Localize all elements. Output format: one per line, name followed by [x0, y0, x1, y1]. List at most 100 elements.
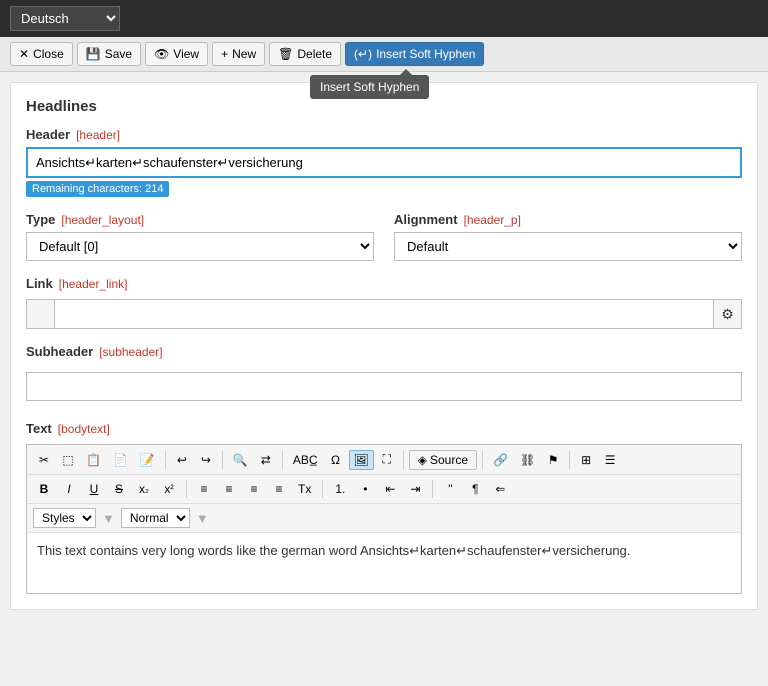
alignment-select[interactable]: Default — [394, 232, 742, 261]
undo-icon: ↩ — [177, 453, 187, 467]
editor-content[interactable]: This text contains very long words like … — [27, 533, 741, 593]
text-key: [bodytext] — [58, 422, 110, 436]
special-chars-button[interactable]: Ω — [325, 450, 347, 470]
cut-icon: ✂ — [39, 453, 49, 467]
type-col: Type [header_layout] Default [0] — [26, 212, 374, 261]
align-right-button[interactable]: ≡ — [243, 479, 265, 499]
separator-3 — [282, 451, 283, 469]
clear-format-button[interactable]: Tx — [293, 479, 316, 499]
image-button[interactable]: 🖼 — [349, 450, 374, 470]
find-icon: 🔍 — [233, 453, 248, 467]
align-right-icon: ≡ — [250, 482, 257, 496]
blockquote-icon: " — [448, 482, 452, 496]
copy-icon: ⬚ — [62, 453, 73, 467]
find-replace-button[interactable]: ⇄ — [255, 450, 277, 470]
type-select[interactable]: Default [0] — [26, 232, 374, 261]
language-select[interactable]: Deutsch — [10, 6, 120, 31]
unlink-button[interactable]: ⛓ — [515, 450, 540, 470]
fullscreen-button[interactable]: ⛶ — [376, 449, 398, 470]
table-button[interactable]: ⊞ — [575, 450, 597, 470]
link-color-box — [27, 300, 55, 328]
paste-button[interactable]: 📋 — [81, 450, 106, 470]
link-button[interactable]: 🔗 — [488, 450, 513, 470]
align-left-button[interactable]: ≡ — [193, 479, 215, 499]
styles-separator: ▼ — [102, 511, 115, 526]
top-bar: Deutsch — [0, 0, 768, 37]
outdent-button[interactable]: ⇤ — [379, 479, 401, 499]
subscript-button[interactable]: x₂ — [133, 479, 155, 499]
subheader-key: [subheader] — [99, 345, 162, 359]
separator-7 — [186, 480, 187, 498]
strikethrough-button[interactable]: S — [108, 479, 130, 499]
link-section: Link [header_link] ⚙ — [26, 276, 742, 329]
paste-text-icon: 📄 — [113, 453, 128, 467]
indent-icon: ⇥ — [410, 482, 420, 496]
subheader-section: Subheader [subheader] — [26, 344, 742, 401]
anchor-icon: ⚑ — [548, 453, 559, 467]
paste-word-icon: 📝 — [140, 453, 155, 467]
format-select[interactable]: Normal — [121, 508, 190, 528]
separator-6 — [569, 451, 570, 469]
italic-button[interactable]: I — [58, 479, 80, 499]
paste-icon: 📋 — [86, 453, 101, 467]
div-button[interactable]: ¶ — [464, 479, 486, 499]
insert-soft-hyphen-button[interactable]: (↵) Insert Soft Hyphen — [345, 42, 484, 66]
subheader-input[interactable] — [26, 372, 742, 401]
delete-icon: 🗑 — [278, 47, 293, 61]
view-button[interactable]: 👁 View — [145, 42, 208, 66]
separator-4 — [403, 451, 404, 469]
link-input[interactable] — [55, 302, 713, 327]
underline-button[interactable]: U — [83, 479, 105, 499]
rtl-button[interactable]: ⇐ — [489, 479, 511, 499]
copy-button[interactable]: ⬚ — [57, 450, 79, 470]
close-button[interactable]: ✕ Close — [10, 42, 73, 66]
browse-icon: ⚙ — [721, 306, 734, 323]
redo-button[interactable]: ↪ — [195, 450, 217, 470]
list-button[interactable]: ☰ — [599, 450, 621, 470]
undo-button[interactable]: ↩ — [171, 450, 193, 470]
toolbar: ✕ Close 💾 Save 👁 View + New 🗑 Delete (↵)… — [0, 37, 768, 72]
char-count-badge: Remaining characters: 214 — [26, 181, 169, 197]
save-button[interactable]: 💾 Save — [77, 42, 141, 66]
separator-9 — [432, 480, 433, 498]
link-field-wrapper: ⚙ — [26, 299, 742, 329]
new-icon: + — [221, 47, 228, 61]
unordered-list-icon: • — [363, 482, 367, 496]
find-replace-icon: ⇄ — [261, 453, 271, 467]
spellcheck-button[interactable]: ABC̲ — [288, 450, 323, 470]
editor-toolbar-1: ✂ ⬚ 📋 📄 📝 ↩ ↪ 🔍 ⇄ ABC̲ Ω 🖼 ⛶ ◈ Sou — [27, 445, 741, 475]
link-label: Link [header_link] — [26, 276, 742, 291]
fullscreen-icon: ⛶ — [383, 452, 391, 467]
source-button[interactable]: ◈ Source — [409, 450, 477, 470]
hyphen-icon: (↵) — [354, 47, 372, 61]
editor-toolbar-3: Styles ▼ Normal ▼ — [27, 504, 741, 533]
find-button[interactable]: 🔍 — [228, 450, 253, 470]
alignment-col: Alignment [header_p] Default — [394, 212, 742, 261]
indent-button[interactable]: ⇥ — [404, 479, 426, 499]
ordered-list-icon: 1. — [335, 482, 345, 496]
type-alignment-row: Type [header_layout] Default [0] Alignme… — [26, 212, 742, 261]
superscript-button[interactable]: x² — [158, 479, 180, 499]
align-justify-button[interactable]: ≡ — [268, 479, 290, 499]
link-browse-button[interactable]: ⚙ — [713, 300, 741, 328]
separator-1 — [165, 451, 166, 469]
cut-button[interactable]: ✂ — [33, 450, 55, 470]
align-center-button[interactable]: ≡ — [218, 479, 240, 499]
separator-5 — [482, 451, 483, 469]
anchor-button[interactable]: ⚑ — [542, 450, 564, 470]
blockquote-button[interactable]: " — [439, 479, 461, 499]
header-key: [header] — [76, 128, 120, 142]
paste-word-button[interactable]: 📝 — [135, 450, 160, 470]
unordered-list-button[interactable]: • — [354, 479, 376, 499]
styles-select[interactable]: Styles — [33, 508, 96, 528]
text-label: Text [bodytext] — [26, 421, 742, 436]
separator-2 — [222, 451, 223, 469]
paste-text-button[interactable]: 📄 — [108, 450, 133, 470]
header-input[interactable] — [26, 147, 742, 178]
separator-8 — [322, 480, 323, 498]
align-center-icon: ≡ — [225, 482, 232, 496]
new-button[interactable]: + New — [212, 42, 265, 66]
delete-button[interactable]: 🗑 Delete — [269, 42, 341, 66]
bold-button[interactable]: B — [33, 479, 55, 499]
ordered-list-button[interactable]: 1. — [329, 479, 351, 499]
